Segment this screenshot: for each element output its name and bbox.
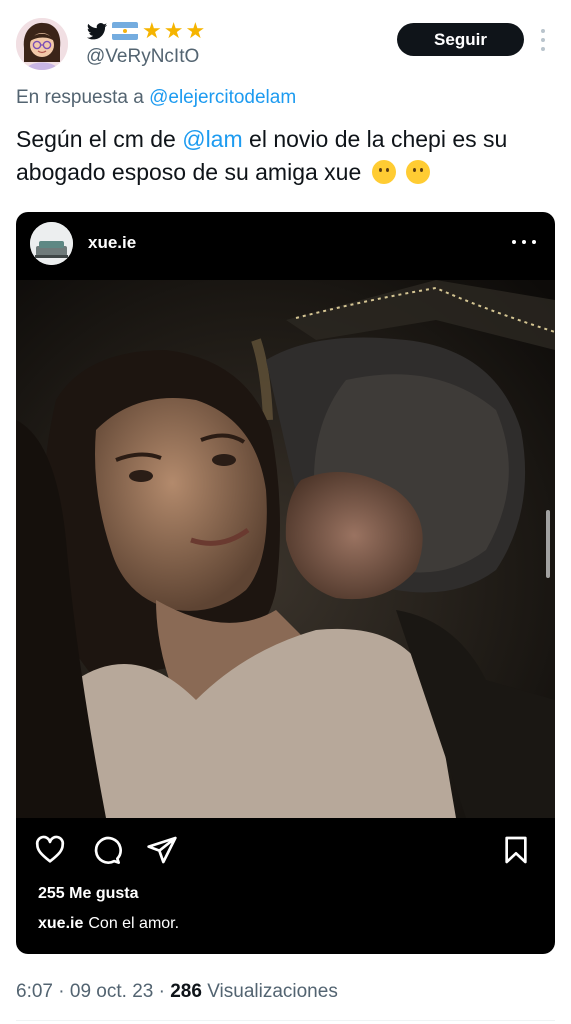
instagram-avatar[interactable] [30,222,73,265]
meta-separator: · [58,981,65,1002]
views-count: 286 [170,981,202,1002]
divider [16,1020,555,1021]
melting-face-emoji [371,160,396,184]
tweet-metadata: 6:07 · 09 oct. 23 · 286 Visualizaciones [16,981,338,1003]
star-icon: ★ [163,18,184,43]
reply-mention-link[interactable]: @elejercitodelam [149,87,296,108]
instagram-action-bar [16,832,555,872]
author-handle[interactable]: @VeRyNcItO [86,46,199,68]
star-icon: ★ [185,18,206,43]
hand-over-mouth-emoji [406,160,431,184]
author-avatar[interactable] [16,18,68,70]
instagram-post-photo[interactable] [16,280,555,818]
instagram-username[interactable]: xue.ie [88,233,136,253]
reply-context: En respuesta a @elejercitodelam [16,87,296,109]
meta-separator: · [158,981,165,1002]
tweet-text: Según el cm de @lam el novio de la chepi… [16,123,556,189]
more-options-icon[interactable] [538,29,548,51]
instagram-more-icon[interactable] [512,240,536,246]
tweet-time[interactable]: 6:07 [16,981,53,1002]
comment-icon[interactable] [88,832,124,868]
tweet-header: ★ ★ ★ @VeRyNcItO Seguir [0,0,571,80]
argentina-flag-icon [112,22,138,40]
instagram-embed-card[interactable]: xue.ie 255 Me gusta xue.ie Con el amor. [16,212,555,954]
instagram-caption-user[interactable]: xue.ie [38,915,83,932]
star-icon: ★ [142,18,162,43]
instagram-likes-count[interactable]: 255 Me gusta [38,885,138,903]
author-name-badges[interactable]: ★ ★ ★ [86,18,205,44]
views-label: Visualizaciones [207,981,338,1002]
tweet-date[interactable]: 09 oct. 23 [70,981,153,1002]
share-icon[interactable] [144,832,180,868]
instagram-post-header: xue.ie [16,212,555,280]
instagram-caption-text: Con el amor. [88,915,180,932]
tweet-mention-link[interactable]: @lam [182,126,242,152]
follow-button[interactable]: Seguir [397,23,524,56]
tweet-text-part1: Según el cm de [16,126,176,152]
heart-icon[interactable] [32,832,68,868]
bookmark-icon[interactable] [498,832,534,868]
bird-icon [86,20,108,42]
instagram-caption: xue.ie Con el amor. [38,915,179,933]
reply-prefix: En respuesta a [16,87,144,108]
